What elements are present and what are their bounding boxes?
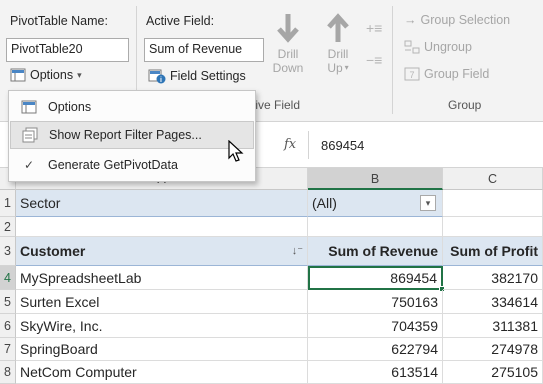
chevron-down-icon: ▾: [344, 63, 349, 72]
active-field-label: Active Field:: [146, 14, 215, 28]
drill-down-label-1: Drill: [277, 47, 299, 61]
arrow-down-icon: [277, 14, 299, 43]
table-row-label[interactable]: NetCom Computer: [16, 361, 308, 384]
group-selection-label: Group Selection: [420, 13, 511, 27]
drill-up-label-1: Drill: [327, 47, 349, 61]
filter-value: (All): [312, 195, 337, 211]
field-settings-icon: i: [148, 69, 166, 84]
drill-up-button[interactable]: Drill Up ▾: [318, 12, 358, 75]
group-field-label: Group Field: [424, 67, 490, 81]
row-header-1[interactable]: 1: [0, 190, 16, 217]
menu-icon-slot: [11, 127, 49, 143]
options-label: Options: [30, 68, 74, 82]
ungroup-icon: [404, 40, 420, 54]
value-header-profit[interactable]: Sum of Profit: [443, 237, 543, 266]
field-settings-label: Field Settings: [170, 69, 246, 83]
value-header-revenue[interactable]: Sum of Revenue: [308, 237, 443, 266]
options-dropdown-menu: Options Show Report Filter Pages... ✓ Ge…: [8, 90, 256, 182]
ungroup-button[interactable]: Ungroup: [404, 40, 472, 54]
menu-icon-slot: ✓: [10, 158, 48, 172]
cell-c1[interactable]: [443, 190, 543, 217]
menu-item-label: Options: [48, 100, 92, 114]
row-labels-text: Customer: [20, 243, 86, 259]
mouse-pointer-icon: [228, 140, 244, 162]
spreadsheet-grid: A B C 1 Sector (All) ▾ 2 3 Customer ↓⁻ S…: [0, 168, 543, 384]
fx-icon[interactable]: fx: [284, 137, 296, 152]
menu-item-generate-getpivotdata[interactable]: ✓ Generate GetPivotData: [10, 151, 254, 179]
group-group-label: Group: [448, 98, 482, 112]
drill-down-label-2: Down: [272, 61, 304, 75]
table-row-value[interactable]: 275105: [443, 361, 543, 384]
table-row-label[interactable]: SpringBoard: [16, 338, 308, 361]
checkmark-icon: ✓: [23, 158, 35, 172]
formula-input[interactable]: 869454: [308, 131, 543, 159]
cell-b2[interactable]: [308, 217, 443, 237]
row-header-2[interactable]: 2: [0, 217, 16, 237]
options-button[interactable]: Options ▾: [10, 68, 82, 82]
menu-item-show-report-filter-pages[interactable]: Show Report Filter Pages...: [10, 121, 254, 149]
menu-item-options[interactable]: Options: [10, 93, 254, 121]
ungroup-label: Ungroup: [424, 40, 472, 54]
svg-text:7: 7: [409, 70, 414, 80]
options-icon: [10, 68, 26, 82]
group-divider: [392, 6, 393, 114]
table-row-label[interactable]: MySpreadsheetLab: [16, 266, 308, 290]
table-row-label[interactable]: Surten Excel: [16, 290, 308, 314]
field-settings-button[interactable]: i Field Settings: [148, 68, 246, 84]
column-header-b[interactable]: B: [308, 168, 443, 190]
table-row-value[interactable]: 334614: [443, 290, 543, 314]
column-header-c[interactable]: C: [443, 168, 543, 190]
table-row-value[interactable]: 613514: [308, 361, 443, 384]
sort-descending-icon[interactable]: ↓⁻: [292, 244, 303, 257]
expand-field-icon[interactable]: +≡: [366, 20, 382, 36]
arrow-up-icon: [327, 13, 349, 42]
filter-value-cell[interactable]: (All) ▾: [308, 190, 443, 217]
cell-a2[interactable]: [16, 217, 308, 237]
row-header-5[interactable]: 5: [0, 290, 16, 314]
menu-item-label: Show Report Filter Pages...: [49, 128, 202, 142]
table-row-value[interactable]: 382170: [443, 266, 543, 290]
filter-label-cell[interactable]: Sector: [16, 190, 308, 217]
drill-down-button[interactable]: Drill Down: [268, 12, 308, 75]
dropdown-arrow-icon[interactable]: ▾: [420, 195, 436, 211]
table-row-value[interactable]: 704359: [308, 314, 443, 338]
arrow-right-icon: →: [404, 13, 417, 27]
row-header-4[interactable]: 4: [0, 266, 16, 290]
options-icon: [21, 100, 37, 114]
active-field-input[interactable]: Sum of Revenue: [144, 38, 264, 62]
pivottable-name-input[interactable]: PivotTable20: [6, 38, 129, 62]
group-field-icon: 7: [404, 67, 420, 81]
row-header-7[interactable]: 7: [0, 338, 16, 361]
svg-text:i: i: [160, 77, 162, 84]
group-selection-button[interactable]: → Group Selection: [404, 13, 510, 27]
active-cell-b4[interactable]: 869454: [308, 266, 443, 290]
row-header-3[interactable]: 3: [0, 237, 16, 266]
table-row-value[interactable]: 311381: [443, 314, 543, 338]
cell-c2[interactable]: [443, 217, 543, 237]
pivottable-name-label: PivotTable Name:: [10, 14, 108, 28]
table-row-value[interactable]: 750163: [308, 290, 443, 314]
drill-up-label-2: Up: [327, 61, 343, 75]
table-row-value[interactable]: 274978: [443, 338, 543, 361]
row-header-6[interactable]: 6: [0, 314, 16, 338]
row-labels-header[interactable]: Customer ↓⁻: [16, 237, 308, 266]
report-filter-icon: [22, 127, 38, 143]
group-field-button[interactable]: 7 Group Field: [404, 67, 489, 81]
menu-icon-slot: [10, 100, 48, 114]
row-header-8[interactable]: 8: [0, 361, 16, 384]
chevron-down-icon: ▾: [77, 69, 82, 80]
menu-item-label: Generate GetPivotData: [48, 158, 178, 172]
table-row-value[interactable]: 622794: [308, 338, 443, 361]
collapse-field-icon[interactable]: −≡: [366, 52, 382, 68]
drill-up-label-row: Up ▾: [318, 61, 358, 75]
table-row-label[interactable]: SkyWire, Inc.: [16, 314, 308, 338]
